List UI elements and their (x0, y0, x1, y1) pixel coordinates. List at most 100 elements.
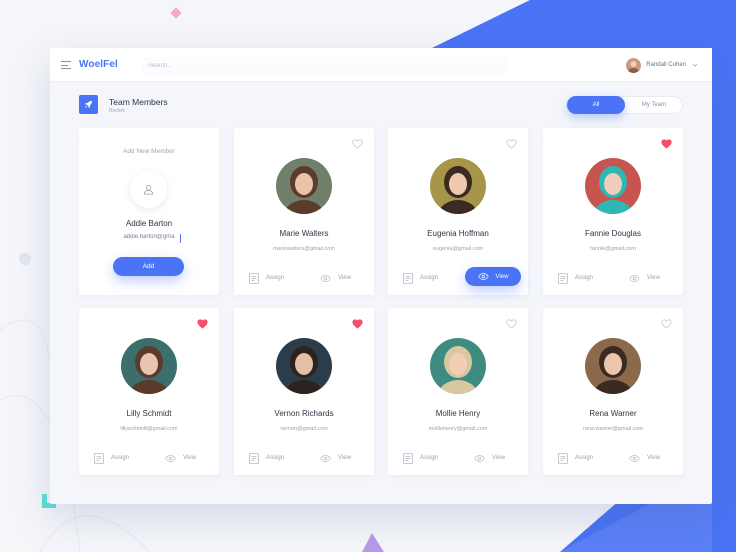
member-card-vernon-richards: Vernon Richards vernon@gmail.com Assign … (234, 308, 374, 475)
clipboard-icon (94, 452, 104, 464)
eye-icon (165, 454, 176, 462)
text-caret (180, 234, 181, 243)
member-name: Lilly Schmidt (126, 409, 172, 418)
member-card-mollie-henry: Mollie Henry molliehenry@gmail.com Assig… (388, 308, 528, 475)
heart-icon[interactable] (352, 319, 363, 329)
heart-icon[interactable] (352, 139, 363, 149)
view-label: View (338, 275, 351, 281)
member-email: molliehenry@gmail.com (428, 426, 488, 432)
user-name: Randall Cohen (646, 62, 686, 68)
member-card-marie-walters: Marie Walters mariewalters@gmail.com Ass… (234, 128, 374, 295)
view-label: View (647, 275, 660, 281)
assign-button[interactable]: Assign (249, 452, 284, 464)
assign-label: Assign (266, 455, 285, 461)
assign-button[interactable]: Assign (94, 452, 129, 464)
view-button[interactable]: View (629, 452, 660, 464)
view-label: View (183, 455, 196, 461)
user-icon (144, 185, 153, 195)
page-title: Team Members (109, 97, 168, 107)
filter-segmented-control: All My Team (566, 96, 683, 114)
assign-label: Assign (266, 275, 285, 281)
member-name: Marie Walters (279, 229, 329, 238)
rocket-icon (79, 95, 98, 114)
member-email: fannie@gmail.com (590, 246, 636, 252)
member-avatar[interactable] (585, 338, 641, 394)
member-avatar[interactable] (585, 158, 641, 214)
member-card-eugenia-hoffman: Eugenia Hoffman eugenia@gmail.com Assign… (388, 128, 528, 295)
heart-icon[interactable] (506, 139, 517, 149)
hamburger-menu-icon[interactable] (61, 61, 71, 69)
member-avatar[interactable] (276, 158, 332, 214)
add-member-email-input[interactable] (109, 234, 189, 240)
assign-button[interactable]: Assign (249, 272, 284, 284)
heart-icon[interactable] (197, 319, 208, 329)
add-member-card: Add New Member Addie Barton Add (79, 128, 219, 295)
view-label: View (647, 455, 660, 461)
view-label: View (338, 455, 351, 461)
member-avatar[interactable] (430, 158, 486, 214)
user-menu[interactable]: Randall Cohen (626, 56, 698, 74)
eye-icon (320, 454, 331, 462)
app-window: WoelFel Randall Cohen Team Members Roc (50, 48, 712, 504)
view-button[interactable]: View (320, 452, 351, 464)
view-button[interactable]: View (320, 272, 351, 284)
filter-all-button[interactable]: All (567, 96, 625, 114)
clipboard-icon (403, 452, 413, 464)
member-name: Mollie Henry (435, 409, 481, 418)
add-member-name[interactable]: Addie Barton (79, 219, 219, 228)
view-label: View (495, 273, 509, 280)
view-button[interactable]: View (165, 452, 196, 464)
member-card-rena-warner: Rena Warner rena.warner@gmail.com Assign… (543, 308, 683, 475)
member-avatar[interactable] (430, 338, 486, 394)
chevron-down-icon (692, 63, 698, 67)
user-avatar (626, 57, 642, 73)
member-name: Eugenia Hoffman (427, 229, 489, 238)
view-button[interactable]: View (474, 452, 505, 464)
assign-label: Assign (420, 455, 439, 461)
heart-icon[interactable] (661, 319, 672, 329)
app-logo[interactable]: WoelFel (79, 59, 118, 70)
eye-icon (474, 454, 485, 462)
assign-label: Assign (575, 455, 594, 461)
add-member-title: Add New Member (122, 148, 176, 155)
member-card-fannie-douglas: Fannie Douglas fannie@gmail.com Assign V… (543, 128, 683, 295)
search-input[interactable] (142, 57, 508, 75)
add-member-button[interactable]: Add (113, 257, 184, 276)
member-avatar[interactable] (121, 338, 177, 394)
filter-my-team-button[interactable]: My Team (625, 97, 683, 113)
clipboard-icon (558, 452, 568, 464)
assign-label: Assign (420, 275, 439, 281)
clipboard-icon (249, 272, 259, 284)
heart-icon[interactable] (506, 319, 517, 329)
member-name: Fannie Douglas (584, 229, 642, 238)
assign-button[interactable]: Assign (403, 272, 438, 284)
assign-button[interactable]: Assign (403, 452, 438, 464)
page-subtitle: Rocket (109, 108, 125, 114)
add-avatar-placeholder[interactable] (130, 171, 167, 208)
member-name: Vernon Richards (274, 409, 334, 418)
heart-icon[interactable] (661, 139, 672, 149)
member-name: Rena Warner (589, 409, 637, 418)
eye-icon (629, 454, 640, 462)
clipboard-icon (249, 452, 259, 464)
eye-icon (477, 273, 489, 280)
clipboard-icon (558, 272, 568, 284)
assign-button[interactable]: Assign (558, 272, 593, 284)
view-button[interactable]: View (465, 267, 521, 286)
member-email: vernon@gmail.com (280, 426, 328, 432)
assign-button[interactable]: Assign (558, 452, 593, 464)
assign-label: Assign (575, 275, 594, 281)
member-email: mariewalters@gmail.com (273, 246, 335, 252)
eye-icon (320, 274, 331, 282)
clipboard-icon (403, 272, 413, 284)
top-bar: WoelFel Randall Cohen (50, 48, 712, 82)
member-card-lilly-schmidt: Lilly Schmidt lillyschmidt@gmail.com Ass… (79, 308, 219, 475)
member-email: eugenia@gmail.com (432, 246, 484, 252)
view-button[interactable]: View (629, 272, 660, 284)
view-label: View (492, 455, 505, 461)
member-email: lillyschmidt@gmail.com (120, 426, 178, 432)
member-email: rena.warner@gmail.com (583, 426, 643, 432)
member-avatar[interactable] (276, 338, 332, 394)
eye-icon (629, 274, 640, 282)
assign-label: Assign (111, 455, 130, 461)
